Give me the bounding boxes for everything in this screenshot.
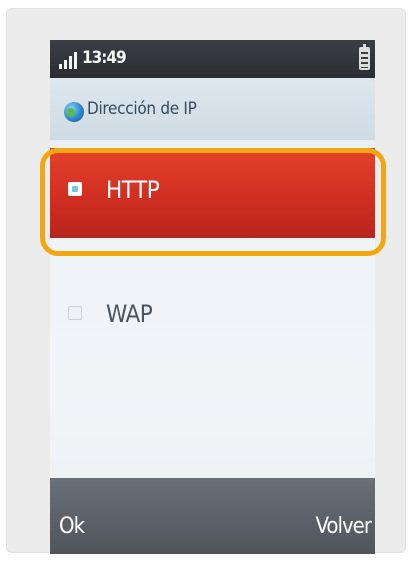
battery-icon [359,44,370,70]
back-softkey[interactable]: Volver [316,514,372,539]
radio-selected-icon[interactable] [68,182,82,196]
screen-header: Dirección de IP [50,78,375,140]
status-time: 13:49 [82,48,127,68]
globe-icon [64,102,84,122]
signal-bars-icon [59,51,81,69]
option-label: HTTP [106,176,160,204]
status-bar: 13:49 [50,40,375,78]
radio-unselected-icon[interactable] [68,306,82,320]
page-title: Dirección de IP [87,99,197,119]
option-http[interactable]: HTTP [50,148,375,238]
option-wap[interactable]: WAP [50,272,375,362]
phone-screen: 13:49 Dirección de IP HTTP WAP Ok Volver [50,40,375,554]
ok-softkey[interactable]: Ok [59,514,85,539]
softkey-bar: Ok Volver [50,478,375,554]
option-label: WAP [106,300,153,328]
